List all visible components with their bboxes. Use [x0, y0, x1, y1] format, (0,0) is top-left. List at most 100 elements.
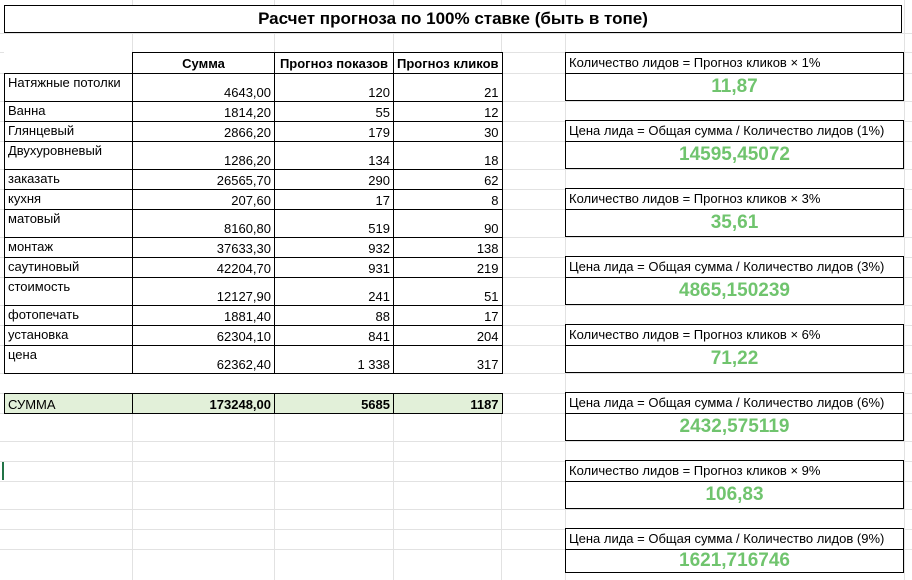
row-sum[interactable]: 62304,10	[132, 325, 275, 346]
leads-3pct-box: Количество лидов = Прогноз кликов × 3% 3…	[565, 188, 904, 237]
row-name[interactable]: цена	[4, 345, 133, 374]
leads-value[interactable]: 106,83	[566, 482, 903, 508]
lead-price-3pct-box: Цена лида = Общая сумма / Количество лид…	[565, 256, 904, 305]
row-sum[interactable]: 62362,40	[132, 345, 275, 374]
leads-formula-label[interactable]: Количество лидов = Прогноз кликов × 9%	[566, 461, 903, 482]
total-clicks[interactable]: 1187	[393, 393, 503, 414]
row-sum[interactable]: 26565,70	[132, 169, 275, 190]
row-impressions[interactable]: 1 338	[274, 345, 394, 374]
row-sum[interactable]: 4643,00	[132, 73, 275, 102]
active-cell-marker	[2, 462, 4, 480]
row-clicks[interactable]: 51	[393, 277, 503, 306]
row-impressions[interactable]: 519	[274, 209, 394, 238]
table-row: саутиновый 42204,70 931 219	[4, 257, 503, 278]
row-clicks[interactable]: 138	[393, 237, 503, 258]
table-row: Натяжные потолки 4643,00 120 21	[4, 73, 503, 102]
row-sum[interactable]: 1814,20	[132, 101, 275, 122]
leads-formula-label[interactable]: Количество лидов = Прогноз кликов × 6%	[566, 325, 903, 346]
total-sum[interactable]: 173248,00	[132, 393, 275, 414]
row-sum[interactable]: 12127,90	[132, 277, 275, 306]
lead-price-formula-label[interactable]: Цена лида = Общая сумма / Количество лид…	[566, 393, 903, 414]
row-name[interactable]: Двухуровневый	[4, 141, 133, 170]
leads-formula-label[interactable]: Количество лидов = Прогноз кликов × 1%	[566, 53, 903, 74]
row-name[interactable]: заказать	[4, 169, 133, 190]
header-sum[interactable]: Сумма	[132, 52, 275, 74]
row-name[interactable]: фотопечать	[4, 305, 133, 326]
row-impressions[interactable]: 179	[274, 121, 394, 142]
row-name[interactable]: Натяжные потолки	[4, 73, 133, 102]
row-name[interactable]: кухня	[4, 189, 133, 210]
lead-price-9pct-box: Цена лида = Общая сумма / Количество лид…	[565, 528, 904, 573]
total-label[interactable]: СУММА	[4, 393, 133, 414]
row-sum[interactable]: 1286,20	[132, 141, 275, 170]
header-empty-cell[interactable]	[4, 52, 133, 74]
forecast-table: Сумма Прогноз показов Прогноз кликов Нат…	[4, 52, 503, 414]
lead-price-value[interactable]: 4865,150239	[566, 278, 903, 304]
row-sum[interactable]: 37633,30	[132, 237, 275, 258]
lead-price-value[interactable]: 1621,716746	[566, 550, 903, 572]
page-title[interactable]: Расчет прогноза по 100% ставке (быть в т…	[4, 5, 902, 33]
row-impressions[interactable]: 55	[274, 101, 394, 122]
row-impressions[interactable]: 120	[274, 73, 394, 102]
leads-6pct-box: Количество лидов = Прогноз кликов × 6% 7…	[565, 324, 904, 373]
row-sum[interactable]: 1881,40	[132, 305, 275, 326]
lead-price-formula-label[interactable]: Цена лида = Общая сумма / Количество лид…	[566, 121, 903, 142]
leads-value[interactable]: 71,22	[566, 346, 903, 372]
lead-price-6pct-box: Цена лида = Общая сумма / Количество лид…	[565, 392, 904, 441]
row-impressions[interactable]: 841	[274, 325, 394, 346]
row-clicks[interactable]: 62	[393, 169, 503, 190]
row-clicks[interactable]: 204	[393, 325, 503, 346]
leads-9pct-box: Количество лидов = Прогноз кликов × 9% 1…	[565, 460, 904, 509]
lead-price-1pct-box: Цена лида = Общая сумма / Количество лид…	[565, 120, 904, 169]
row-impressions[interactable]: 932	[274, 237, 394, 258]
table-row: заказать 26565,70 290 62	[4, 169, 503, 190]
row-clicks[interactable]: 17	[393, 305, 503, 326]
row-clicks[interactable]: 12	[393, 101, 503, 122]
lead-price-value[interactable]: 14595,45072	[566, 142, 903, 168]
blank-cell[interactable]	[5, 374, 133, 394]
row-clicks[interactable]: 30	[393, 121, 503, 142]
lead-price-formula-label[interactable]: Цена лида = Общая сумма / Количество лид…	[566, 257, 903, 278]
row-name[interactable]: саутиновый	[4, 257, 133, 278]
blank-cell[interactable]	[275, 374, 394, 394]
row-name[interactable]: Глянцевый	[4, 121, 133, 142]
table-row: матовый 8160,80 519 90	[4, 209, 503, 238]
row-impressions[interactable]: 134	[274, 141, 394, 170]
blank-cell[interactable]	[133, 374, 275, 394]
row-impressions[interactable]: 290	[274, 169, 394, 190]
row-clicks[interactable]: 8	[393, 189, 503, 210]
leads-value[interactable]: 35,61	[566, 210, 903, 236]
leads-value[interactable]: 11,87	[566, 74, 903, 100]
leads-formula-label[interactable]: Количество лидов = Прогноз кликов × 3%	[566, 189, 903, 210]
row-clicks[interactable]: 317	[393, 345, 503, 374]
row-name[interactable]: матовый	[4, 209, 133, 238]
table-row: кухня 207,60 17 8	[4, 189, 503, 210]
row-name[interactable]: стоимость	[4, 277, 133, 306]
header-impressions[interactable]: Прогноз показов	[274, 52, 394, 74]
lead-price-value[interactable]: 2432,575119	[566, 414, 903, 440]
row-name[interactable]: монтаж	[4, 237, 133, 258]
row-clicks[interactable]: 18	[393, 141, 503, 170]
row-clicks[interactable]: 90	[393, 209, 503, 238]
leads-1pct-box: Количество лидов = Прогноз кликов × 1% 1…	[565, 52, 904, 101]
table-row: цена 62362,40 1 338 317	[4, 345, 503, 374]
total-row: СУММА 173248,00 5685 1187	[4, 393, 503, 414]
row-name[interactable]: Ванна	[4, 101, 133, 122]
row-clicks[interactable]: 21	[393, 73, 503, 102]
row-impressions[interactable]: 88	[274, 305, 394, 326]
lead-price-formula-label[interactable]: Цена лида = Общая сумма / Количество лид…	[566, 529, 903, 550]
row-sum[interactable]: 8160,80	[132, 209, 275, 238]
row-sum[interactable]: 42204,70	[132, 257, 275, 278]
row-impressions[interactable]: 931	[274, 257, 394, 278]
table-row: фотопечать 1881,40 88 17	[4, 305, 503, 326]
row-impressions[interactable]: 241	[274, 277, 394, 306]
table-row: Ванна 1814,20 55 12	[4, 101, 503, 122]
row-sum[interactable]: 2866,20	[132, 121, 275, 142]
blank-cell[interactable]	[394, 374, 503, 394]
row-clicks[interactable]: 219	[393, 257, 503, 278]
total-impressions[interactable]: 5685	[274, 393, 394, 414]
row-name[interactable]: установка	[4, 325, 133, 346]
row-sum[interactable]: 207,60	[132, 189, 275, 210]
row-impressions[interactable]: 17	[274, 189, 394, 210]
header-clicks[interactable]: Прогноз кликов	[393, 52, 503, 74]
